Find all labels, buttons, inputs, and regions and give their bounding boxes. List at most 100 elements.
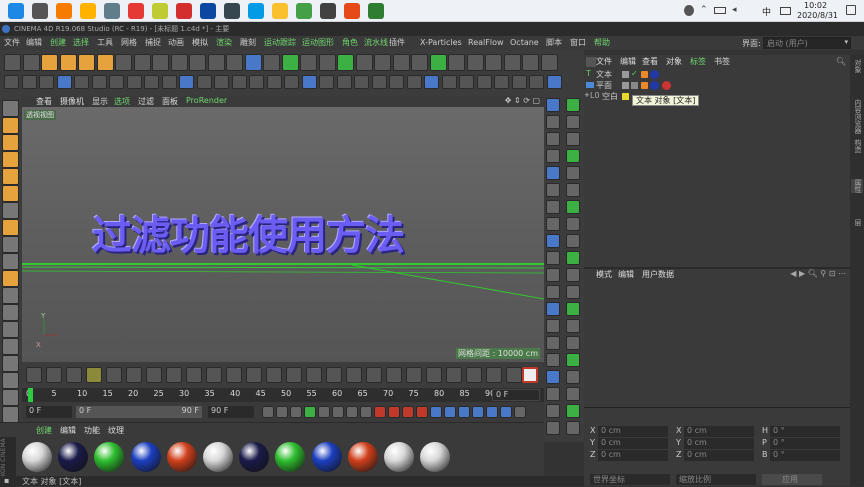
snap-tool-icon[interactable]	[546, 404, 560, 418]
snap-tool-icon[interactable]	[546, 166, 560, 180]
timeline-tool-icon[interactable]	[26, 367, 42, 383]
timeline-tool-icon[interactable]	[286, 367, 302, 383]
record-icon[interactable]	[374, 406, 386, 418]
objects-menu-item[interactable]: 编辑	[620, 56, 636, 68]
viewport-menu-item[interactable]: 显示	[92, 96, 108, 107]
material-menu-item[interactable]: 功能	[84, 425, 100, 437]
mode-tool-icon[interactable]	[459, 75, 474, 89]
render-settings-icon[interactable]	[522, 367, 538, 383]
left-tool-icon[interactable]	[2, 406, 19, 423]
menu-item[interactable]: 工具	[97, 36, 113, 50]
octane-icon[interactable]	[429, 54, 447, 71]
apply-button[interactable]: 应用	[762, 474, 822, 485]
mode-tool-icon[interactable]	[336, 75, 352, 89]
menu-item[interactable]: 捕捉	[145, 36, 161, 50]
menu-item[interactable]: 运动图形	[302, 36, 334, 50]
mode-tool-icon[interactable]	[91, 75, 107, 89]
move-icon[interactable]	[59, 54, 77, 71]
left-tool-icon[interactable]	[2, 389, 19, 406]
mode-tool-icon[interactable]	[56, 75, 72, 89]
mode-tool-icon[interactable]	[214, 75, 229, 89]
mode-tool-icon[interactable]	[21, 75, 37, 89]
attributes-menu-item[interactable]: 编辑	[618, 269, 634, 281]
material-swatch[interactable]	[58, 442, 89, 472]
redo-icon[interactable]	[22, 54, 40, 71]
mode-tool-icon[interactable]	[161, 75, 177, 89]
timeline-tool-icon[interactable]	[406, 367, 422, 383]
snap-tool-icon[interactable]	[566, 268, 580, 282]
objects-menu-item[interactable]: 标签	[690, 56, 706, 68]
left-tool-icon[interactable]	[2, 168, 19, 185]
cube-icon[interactable]	[244, 54, 262, 71]
snap-tool-icon[interactable]	[566, 166, 580, 180]
mode-tool-icon[interactable]	[301, 75, 317, 89]
user-icon[interactable]	[104, 3, 120, 19]
app-orange-icon[interactable]	[56, 3, 72, 19]
array-icon[interactable]	[300, 54, 317, 71]
select-icon[interactable]	[41, 54, 58, 71]
viewport-nav-icons[interactable]: ✥ ⇕ ⟳ ▢	[505, 96, 540, 105]
right-tab[interactable]: 内容浏览器	[851, 99, 863, 134]
timeline-tool-icon[interactable]	[86, 367, 102, 383]
keyframe-icon[interactable]	[402, 406, 414, 418]
coord-size-field[interactable]: 0 cm	[684, 426, 754, 437]
loop-icon[interactable]	[360, 406, 372, 418]
undo-icon[interactable]	[4, 54, 21, 71]
keyboard-icon[interactable]	[780, 7, 791, 15]
timeline-icon[interactable]	[514, 406, 526, 418]
material-swatch[interactable]	[347, 442, 378, 472]
timeline-tool-icon[interactable]	[46, 367, 62, 383]
notification-icon[interactable]	[846, 5, 856, 15]
left-tool-icon[interactable]	[2, 100, 19, 117]
scene-icon[interactable]	[392, 54, 410, 71]
render-settings-icon[interactable]	[522, 54, 539, 71]
menu-item[interactable]: 模拟	[192, 36, 208, 50]
mode-tool-icon[interactable]	[494, 75, 509, 89]
z-axis-icon[interactable]	[170, 54, 188, 71]
next-frame-icon[interactable]	[318, 406, 330, 418]
snap-tool-icon[interactable]	[546, 336, 560, 350]
left-tool-icon[interactable]	[2, 338, 19, 355]
autokey-icon[interactable]	[388, 406, 400, 418]
snap-tool-icon[interactable]	[546, 115, 560, 129]
help-icon[interactable]	[416, 406, 428, 418]
timeline-tool-icon[interactable]	[486, 367, 502, 383]
app-red-icon[interactable]	[176, 3, 192, 19]
material-swatch[interactable]	[166, 442, 197, 472]
menu-item[interactable]: 窗口	[570, 36, 586, 50]
material-swatch[interactable]	[203, 442, 233, 472]
pla-icon[interactable]	[486, 406, 498, 418]
menu-item[interactable]: 帮助	[594, 36, 610, 50]
snap-tool-icon[interactable]	[546, 421, 560, 435]
edge-icon[interactable]	[248, 3, 264, 19]
right-tab[interactable]: 构造	[851, 139, 863, 153]
app-yellow-icon[interactable]	[152, 3, 168, 19]
object-layers-icon[interactable]	[503, 54, 521, 71]
viewport-menu-item[interactable]: 过滤	[138, 96, 154, 107]
mode-tool-icon[interactable]	[144, 75, 159, 89]
photoshop-icon[interactable]	[200, 3, 216, 19]
snap-tool-icon[interactable]	[566, 183, 580, 197]
timeline-tool-icon[interactable]	[186, 367, 202, 383]
mode-tool-icon[interactable]	[546, 75, 562, 89]
mode-tool-icon[interactable]	[284, 75, 299, 89]
coord-rotation-field[interactable]: 0 °	[770, 450, 840, 461]
mode-tool-icon[interactable]	[406, 75, 422, 89]
timeline-tool-icon[interactable]	[306, 367, 322, 383]
rotate-key-icon[interactable]	[444, 406, 456, 418]
left-tool-icon[interactable]	[2, 202, 19, 219]
timeline-tool-icon[interactable]	[126, 367, 142, 383]
objects-search-icon[interactable]: 🔍︎	[836, 57, 846, 66]
picture-viewer-icon[interactable]	[485, 54, 502, 71]
coord-size-field[interactable]: 0 cm	[684, 438, 754, 449]
render-icon[interactable]	[226, 54, 243, 71]
material-swatch[interactable]	[420, 442, 451, 472]
menu-item[interactable]: 脚本	[546, 36, 562, 50]
snap-tool-icon[interactable]	[566, 149, 580, 163]
go-end-icon[interactable]	[346, 406, 358, 418]
mode-tool-icon[interactable]	[389, 75, 404, 89]
coord-position-field[interactable]: 0 cm	[598, 450, 668, 461]
material-menu-item[interactable]: 创建	[36, 425, 52, 437]
clock-time[interactable]: 10:02	[804, 1, 827, 10]
timeline-tool-icon[interactable]	[386, 367, 402, 383]
